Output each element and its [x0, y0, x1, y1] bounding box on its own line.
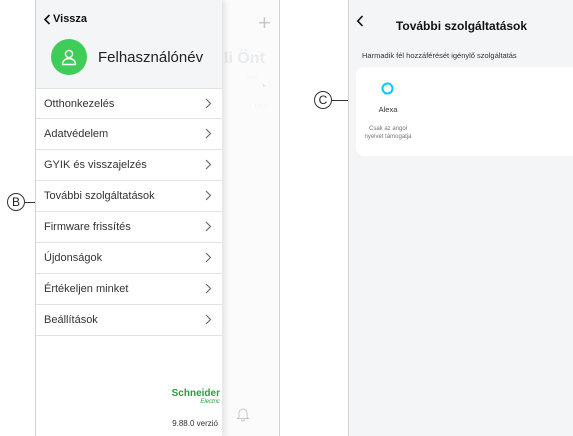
left-phone-screen: + li Önt ····· › ··· Vissza Felhasználón… [35, 0, 280, 436]
background-title-fragment: li Önt [224, 50, 265, 67]
service-note: Csak az angol nyelvet támogatja [364, 126, 412, 140]
chevron-right-icon [205, 98, 212, 109]
callout-c: C [314, 91, 332, 109]
menu-item-further-services[interactable]: További szolgáltatások [36, 181, 222, 212]
background-subtext: ····· [246, 74, 258, 81]
chevron-right-icon [205, 159, 212, 170]
right-phone-screen: További szolgáltatások Harmadik fél hozz… [348, 0, 573, 436]
chevron-left-icon [43, 13, 51, 25]
menu-item-label: Beállítások [44, 314, 98, 326]
back-button-label: Vissza [53, 13, 88, 25]
menu-item-privacy[interactable]: Adatvédelem [36, 119, 222, 150]
brand-name: Schneider [171, 388, 220, 399]
chevron-right-icon [205, 283, 212, 294]
chevron-right-icon [205, 221, 212, 232]
menu-item-label: Adatvédelem [44, 128, 109, 140]
page-title: További szolgáltatások [395, 19, 528, 33]
user-icon [61, 49, 77, 66]
add-icon[interactable]: + [258, 12, 271, 34]
menu-item-label: További szolgáltatások [44, 190, 155, 202]
chevron-right-icon [205, 252, 212, 263]
menu-item-label: Értékeljen minket [44, 283, 129, 295]
callout-b-label: B [11, 195, 20, 209]
menu-item-label: Újdonságok [44, 252, 103, 264]
username: Felhasználónév [98, 49, 204, 66]
menu-item-label: Firmware frissítés [44, 221, 131, 233]
menu-item-label: GYIK és visszajelzés [44, 159, 147, 171]
chevron-right-icon [205, 128, 212, 139]
background-chevron-icon: › [262, 80, 265, 90]
menu-item-settings[interactable]: Beállítások [36, 305, 222, 336]
back-button[interactable]: Vissza [43, 13, 87, 25]
drawer-menu: Otthonkezelés Adatvédelem GYIK és vissza… [36, 88, 222, 336]
alexa-icon[interactable] [381, 82, 394, 95]
chevron-right-icon [205, 190, 212, 201]
side-drawer: Vissza Felhasználónév Otthonkezelés Adat… [36, 0, 222, 436]
bell-icon[interactable] [236, 406, 250, 422]
menu-item-home-management[interactable]: Otthonkezelés [36, 88, 222, 119]
chevron-right-icon [205, 314, 212, 325]
menu-item-whats-new[interactable]: Újdonságok [36, 243, 222, 274]
schneider-electric-logo: Schneider Electric [160, 389, 220, 406]
screen-header: További szolgáltatások [349, 0, 573, 40]
menu-item-label: Otthonkezelés [44, 97, 115, 110]
drawer-header: Vissza Felhasználónév [36, 0, 222, 88]
menu-item-firmware-update[interactable]: Firmware frissítés [36, 212, 222, 243]
app-version: 9.88.0 verzió [172, 419, 218, 428]
background-dots-icon: ··· [254, 100, 269, 110]
section-label: Harmadik fél hozzáférését igénylő szolgá… [362, 51, 517, 60]
callout-c-label: C [318, 93, 328, 107]
user-avatar[interactable] [51, 39, 87, 75]
service-name[interactable]: Alexa [365, 105, 411, 114]
menu-item-rate-us[interactable]: Értékeljen minket [36, 274, 222, 305]
callout-b: B [7, 193, 25, 211]
brand-sub: Electric [200, 399, 220, 405]
menu-item-faq-feedback[interactable]: GYIK és visszajelzés [36, 150, 222, 181]
